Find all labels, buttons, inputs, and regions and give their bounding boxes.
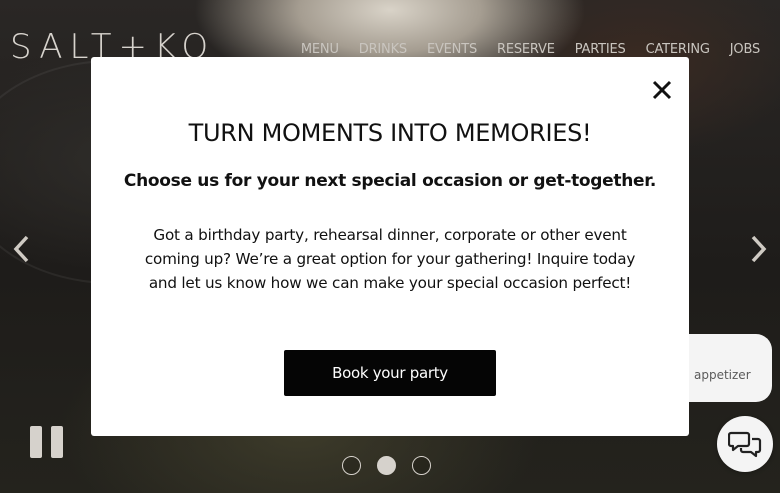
carousel-prev-button[interactable]	[10, 234, 34, 264]
carousel-pause-button[interactable]	[30, 426, 63, 458]
main-nav: MENU DRINKS EVENTS RESERVE PARTIES CATER…	[301, 42, 760, 57]
book-party-button[interactable]: Book your party	[284, 350, 496, 396]
modal-subtitle: Choose us for your next special occasion…	[123, 171, 657, 191]
chat-preview-text: appetizer	[694, 368, 751, 382]
chevron-right-icon	[751, 235, 767, 263]
chat-open-button[interactable]	[717, 416, 773, 472]
carousel-dot-1[interactable]	[342, 456, 361, 475]
party-promo-modal: TURN MOMENTS INTO MEMORIES! Choose us fo…	[91, 57, 689, 436]
modal-title: TURN MOMENTS INTO MEMORIES!	[188, 119, 592, 147]
chevron-left-icon	[13, 235, 29, 263]
nav-item-menu[interactable]: MENU	[301, 42, 339, 57]
modal-body-text: Got a birthday party, rehearsal dinner, …	[144, 226, 636, 292]
pause-icon-bar-right	[51, 426, 63, 458]
carousel-dot-3[interactable]	[412, 456, 431, 475]
nav-item-reserve[interactable]: RESERVE	[497, 42, 555, 57]
close-icon	[652, 80, 672, 100]
nav-item-events[interactable]: EVENTS	[427, 42, 477, 57]
carousel-dot-2[interactable]	[377, 456, 396, 475]
nav-item-jobs[interactable]: JOBS	[730, 42, 760, 57]
modal-close-button[interactable]	[652, 80, 672, 100]
nav-item-catering[interactable]: CATERING	[646, 42, 710, 57]
nav-item-parties[interactable]: PARTIES	[575, 42, 626, 57]
carousel-dots	[342, 456, 431, 475]
nav-item-drinks[interactable]: DRINKS	[359, 42, 407, 57]
pause-icon-bar-left	[30, 426, 42, 458]
carousel-next-button[interactable]	[746, 234, 770, 264]
chat-icon	[728, 431, 762, 458]
